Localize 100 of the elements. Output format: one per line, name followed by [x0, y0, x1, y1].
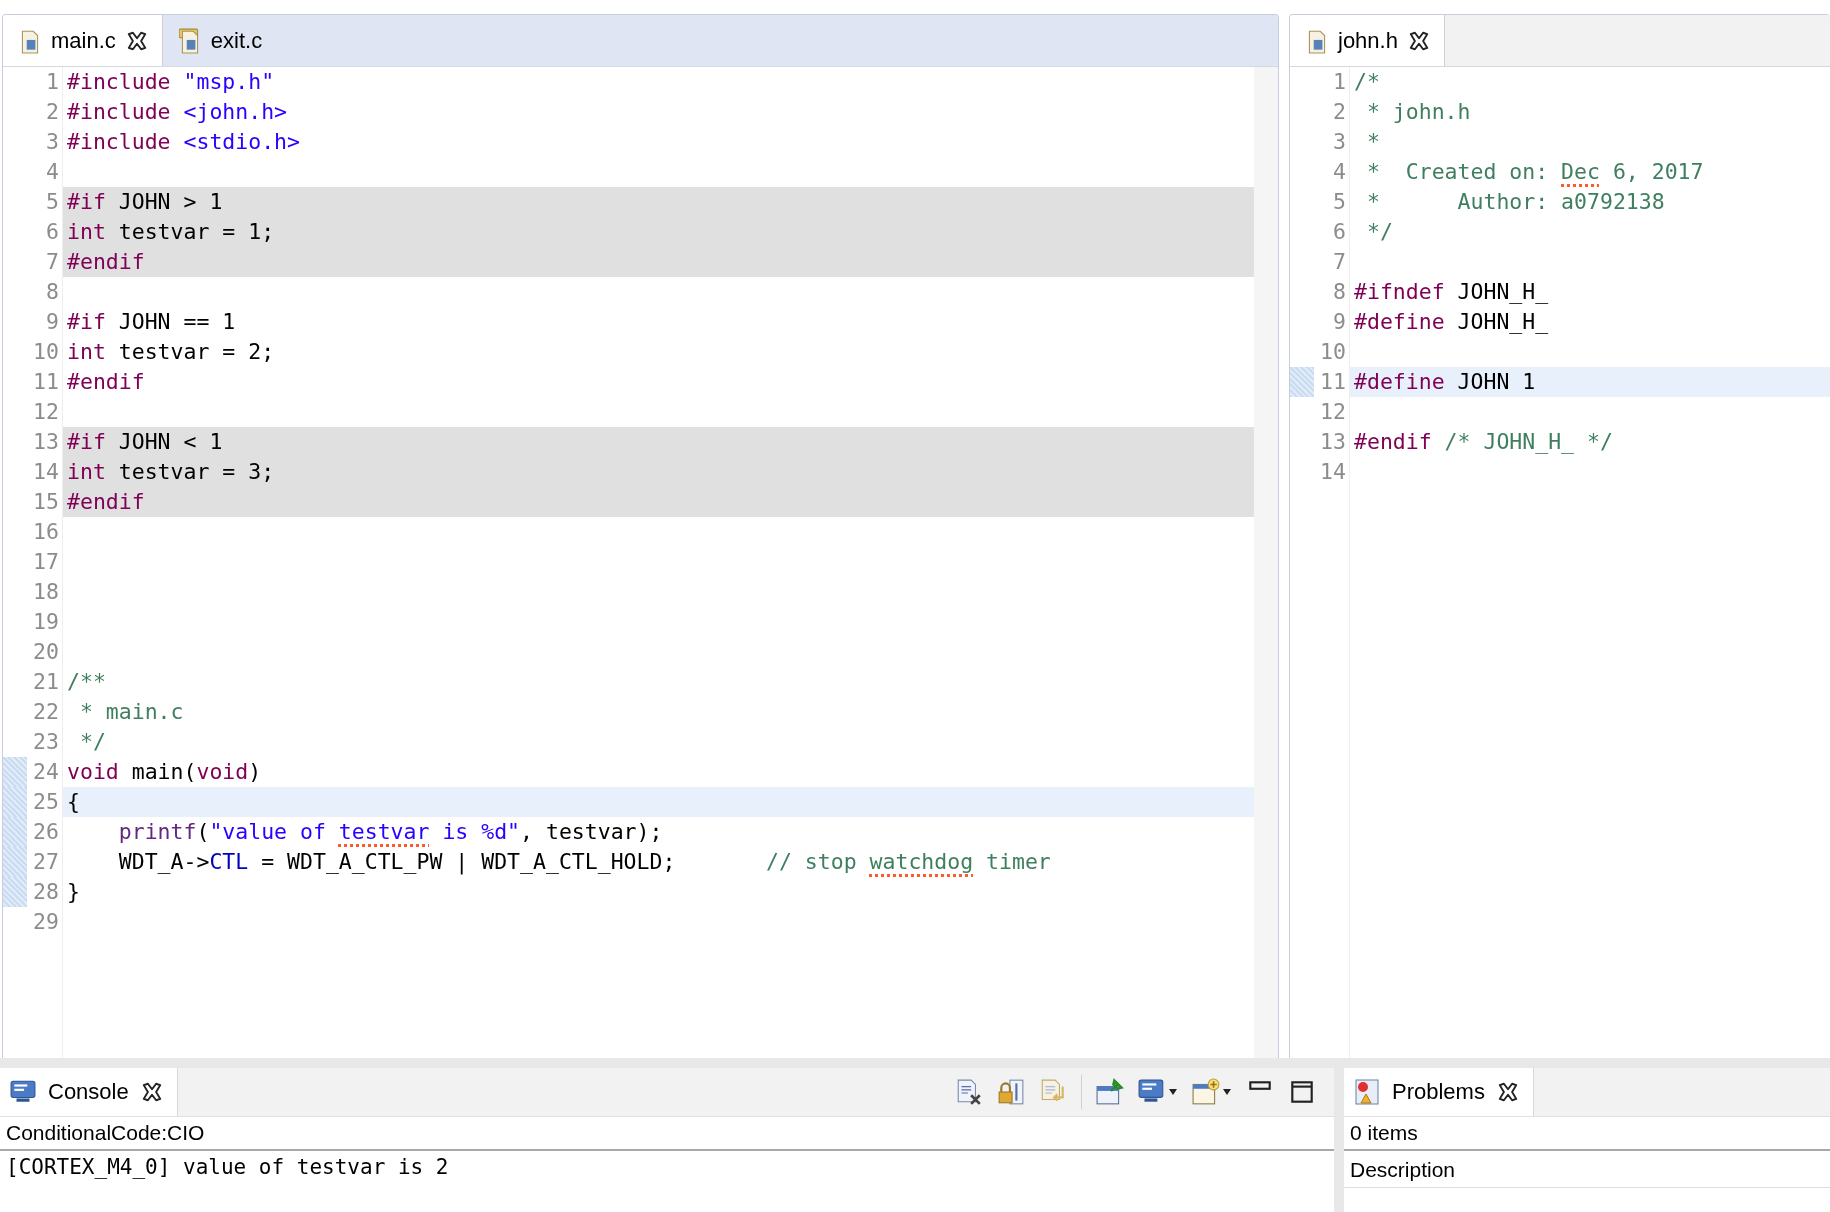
code-text: = WDT_A_CTL_PW | WDT_A_CTL_HOLD;	[260, 849, 677, 874]
line-number: 28	[27, 877, 63, 907]
scroll-lock-icon[interactable]	[997, 1078, 1025, 1106]
code-text: }	[67, 879, 80, 904]
line-number: 13	[1314, 427, 1350, 457]
line-number: 23	[27, 727, 63, 757]
code-comment: */	[78, 729, 106, 754]
code-comment: * Created on:	[1365, 159, 1550, 184]
keyword: int	[67, 459, 106, 484]
close-icon[interactable]	[1496, 1081, 1519, 1103]
preprocessor-directive: #endif	[1354, 429, 1432, 454]
editor-tab[interactable]: exit.c	[162, 15, 277, 66]
code-comment: /*	[1354, 69, 1380, 94]
code-text: )	[248, 759, 262, 784]
close-icon[interactable]	[140, 1081, 163, 1103]
code-comment: timer	[985, 849, 1051, 874]
code-text: JOHN 1	[1456, 369, 1536, 394]
code-text: main(	[130, 759, 197, 784]
caret-icon[interactable]	[1168, 1088, 1178, 1096]
console-tab[interactable]: Console	[0, 1068, 178, 1116]
line-number: 11	[27, 367, 63, 397]
code-text: WDT_A->	[117, 849, 210, 874]
string-literal: "value of	[209, 819, 327, 844]
line-number: 14	[1314, 457, 1350, 487]
close-icon[interactable]	[125, 29, 148, 52]
line-number: 1	[1314, 67, 1350, 97]
code-comment: // stop	[766, 849, 858, 874]
line-number: 3	[27, 127, 63, 157]
string-literal: <stdio.h>	[183, 129, 300, 154]
code-text: testvar = 3;	[117, 459, 275, 484]
preprocessor-directive: #define	[1354, 369, 1445, 394]
preprocessor-directive: #ifndef	[1354, 279, 1445, 304]
line-number: 26	[27, 817, 63, 847]
code-text: testvar = 2;	[117, 339, 275, 364]
item-count: 0 items	[1344, 1117, 1830, 1151]
code-comment: *	[1365, 129, 1380, 154]
preprocessor-directive: #include	[67, 69, 172, 94]
code-comment: * main.c	[78, 699, 184, 724]
editor-tab[interactable]: main.c	[3, 15, 163, 66]
string-literal: is %d"	[441, 819, 521, 844]
line-number: 29	[27, 907, 63, 937]
problems-icon	[1354, 1079, 1380, 1105]
console-name: ConditionalCode:CIO	[0, 1117, 1334, 1151]
keyword: void	[67, 759, 119, 784]
misspelled-word: watchdog	[869, 849, 974, 874]
code-text: JOHN_H_	[1456, 309, 1549, 334]
keyword: int	[67, 219, 106, 244]
preprocessor-directive: #endif	[67, 369, 145, 394]
console-output: [CORTEX_M4_0] value of testvar is 2	[5, 1154, 450, 1181]
line-number: 12	[27, 397, 63, 427]
code-text: JOHN > 1	[117, 189, 223, 214]
line-number: 1	[27, 67, 63, 97]
line-number: 4	[1314, 157, 1350, 187]
line-number: 16	[27, 517, 63, 547]
line-number: 9	[1314, 307, 1350, 337]
code-comment: * Author: a0792138	[1365, 189, 1665, 214]
editor-tab[interactable]: john.h	[1290, 15, 1445, 66]
column-header[interactable]: Description	[1344, 1153, 1462, 1187]
caret-icon[interactable]	[1222, 1088, 1232, 1096]
line-number: 10	[1314, 337, 1350, 367]
code-comment: /**	[67, 669, 106, 694]
line-number: 24	[27, 757, 63, 787]
maximize-icon[interactable]	[1288, 1078, 1316, 1106]
code-text: , testvar);	[520, 819, 663, 844]
code-text: testvar = 1;	[117, 219, 275, 244]
preprocessor-directive: #define	[1354, 309, 1445, 334]
preprocessor-directive: #if	[67, 189, 106, 214]
code-text: JOHN_H_	[1456, 279, 1549, 304]
line-number: 2	[1314, 97, 1350, 127]
clear-console-icon[interactable]	[955, 1078, 983, 1106]
preprocessor-directive: #include	[67, 99, 172, 124]
keyword: void	[196, 759, 249, 784]
new-window-icon[interactable]	[1192, 1078, 1220, 1106]
line-number: 3	[1314, 127, 1350, 157]
line-number: 27	[27, 847, 63, 877]
preprocessor-directive: #endif	[67, 489, 145, 514]
line-number: 8	[27, 277, 63, 307]
file-icon	[178, 27, 201, 54]
problems-tab[interactable]: Problems	[1344, 1068, 1534, 1116]
line-number: 12	[1314, 397, 1350, 427]
string-literal: <john.h>	[183, 99, 288, 124]
keyword: int	[67, 339, 106, 364]
line-number: 19	[27, 607, 63, 637]
line-number: 5	[1314, 187, 1350, 217]
code-text: (	[196, 819, 210, 844]
preprocessor-directive: #include	[67, 129, 172, 154]
line-number: 2	[27, 97, 63, 127]
preprocessor-directive: #if	[67, 309, 106, 334]
monitor-icon	[10, 1079, 36, 1105]
code-comment: /* JOHN_H_ */	[1443, 429, 1613, 454]
field-name: CTL	[209, 849, 249, 874]
misspelled-word: testvar	[338, 819, 430, 844]
code-comment: */	[1365, 219, 1393, 244]
line-number: 18	[27, 577, 63, 607]
line-number: 22	[27, 697, 63, 727]
code-comment: * john.h	[1365, 99, 1471, 124]
pin-icon[interactable]	[1096, 1078, 1124, 1106]
close-icon[interactable]	[1407, 29, 1430, 52]
misspelled-word: Dec	[1561, 159, 1600, 184]
function-name: printf	[118, 819, 197, 844]
